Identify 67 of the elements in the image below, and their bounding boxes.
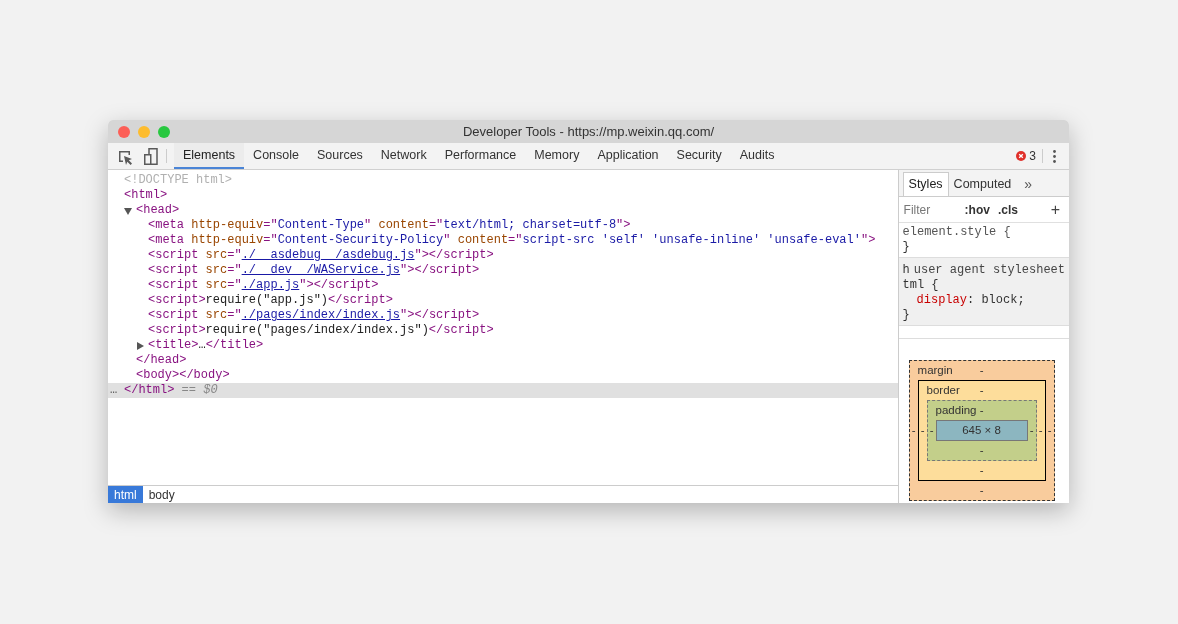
code-line[interactable]: <script src="./app.js"></script>	[148, 278, 379, 293]
style-declaration: display: block;	[915, 293, 1026, 308]
code-line[interactable]: <body></body>	[136, 368, 230, 383]
breadcrumb[interactable]: body	[142, 486, 181, 503]
code-line[interactable]: … </html> == $0	[110, 383, 218, 398]
device-icon[interactable]	[144, 148, 158, 165]
breadcrumb[interactable]: html	[108, 486, 143, 503]
code-line[interactable]: <title>…</title>	[148, 338, 264, 353]
link[interactable]: ./app.js	[241, 278, 300, 292]
link[interactable]: ./pages/index/index.js	[241, 308, 401, 322]
box-value: -	[979, 442, 984, 458]
box-value: -	[1028, 422, 1035, 438]
box-value: -	[979, 402, 984, 418]
code-line[interactable]: <script>require("pages/index/index.js")</script>	[148, 323, 494, 338]
hover-state-toggle[interactable]: :hov	[964, 200, 990, 219]
box-value: -	[979, 462, 984, 478]
code-line[interactable]: <script>require("app.js")</script>	[148, 293, 393, 308]
code-line[interactable]: <script src="./__asdebug__/asdebug.js"></script>	[148, 248, 494, 263]
inspect-icon[interactable]	[118, 150, 133, 165]
filter-field[interactable]: Filter	[903, 200, 962, 219]
box-value: -	[1037, 422, 1044, 438]
code-line[interactable]: <html>	[124, 188, 168, 203]
styles-tab[interactable]: Styles	[902, 172, 949, 196]
link[interactable]: ./__dev__/WAService.js	[241, 263, 401, 277]
code-line[interactable]: <head>	[136, 203, 180, 218]
source-label: user agent stylesheet	[913, 263, 1065, 278]
box-value: -	[979, 382, 984, 398]
box-label: border	[926, 382, 960, 398]
box-label: padding	[935, 402, 977, 418]
window-title: Developer Tools - https://mp.weixin.qq.com/	[462, 122, 715, 141]
closing-brace: }	[902, 308, 911, 323]
panel-tab[interactable]: Audits	[730, 143, 784, 169]
panel-tab[interactable]: Network	[371, 143, 436, 169]
box-value: -	[979, 362, 984, 378]
panel-tab[interactable]: Elements	[174, 143, 245, 169]
panel-tab[interactable]: Security	[667, 143, 731, 169]
box-value: -	[928, 422, 935, 438]
code-line[interactable]: </head>	[136, 353, 187, 368]
box-value: -	[1046, 422, 1053, 438]
panel-tab[interactable]: Sources	[308, 143, 372, 169]
panel-tab[interactable]: Application	[588, 143, 668, 169]
panel-tab[interactable]: Memory	[525, 143, 589, 169]
panel-tab[interactable]: Console	[244, 143, 308, 169]
more-options-icon[interactable]	[1053, 150, 1056, 163]
error-counter[interactable]: 3	[1016, 143, 1036, 169]
panel-tab[interactable]: Performance	[435, 143, 526, 169]
style-selector: tml {	[902, 278, 940, 293]
styles-tab[interactable]: Computed	[948, 172, 1017, 196]
error-icon	[1016, 151, 1027, 161]
more-tabs-button[interactable]: »	[1016, 172, 1041, 196]
box-value: -	[979, 482, 984, 498]
style-selector: element.style {	[902, 225, 1012, 240]
box-value: -	[919, 422, 926, 438]
code-line[interactable]: <meta http-equiv="Content-Security-Policy" content="script-src 'self' 'unsafe-inline' 'unsafe-eval'">	[148, 233, 876, 248]
code-line[interactable]: <meta http-equiv="Content-Type" content="text/html; charset=utf-8">	[148, 218, 631, 233]
link[interactable]: ./__asdebug__/asdebug.js	[241, 248, 415, 262]
content-box: 645 × 8	[935, 420, 1028, 441]
class-toggle[interactable]: .cls	[997, 200, 1018, 219]
box-value: -	[910, 422, 917, 438]
code-line[interactable]: <script src="./__dev__/WAService.js"></script>	[148, 263, 480, 278]
code-line[interactable]: <script src="./pages/index/index.js"></script>	[148, 308, 480, 323]
box-label: margin	[917, 362, 953, 378]
selector-fragment: h	[902, 263, 910, 278]
triangle-right-icon[interactable]	[136, 342, 144, 350]
triangle-down-icon[interactable]	[124, 207, 132, 215]
closing-brace: }	[902, 240, 911, 255]
new-rule-button[interactable]: +	[1050, 201, 1060, 218]
